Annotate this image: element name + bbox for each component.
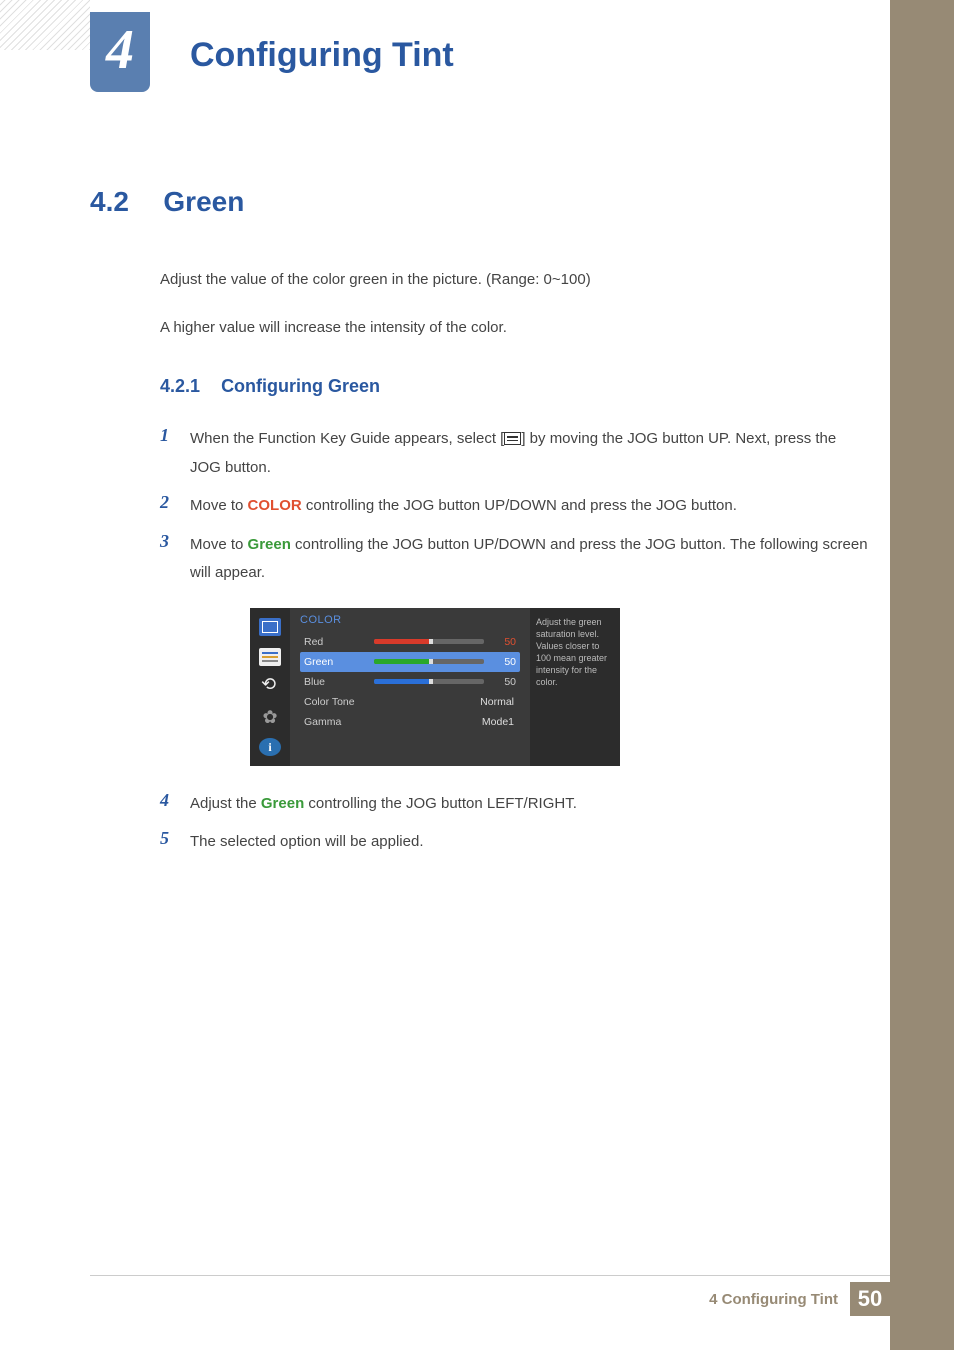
osd-help-panel: Adjust the green saturation level. Value… [530, 608, 620, 766]
rotate-icon [259, 678, 281, 696]
subsection-number: 4.2.1 [160, 376, 200, 396]
osd-value: 50 [492, 676, 516, 688]
osd-row-blue: Blue 50 [300, 672, 520, 692]
highlight-green: Green [261, 795, 304, 812]
step-number: 3 [160, 531, 190, 588]
step-text: The selected option will be applied. [190, 828, 870, 857]
footer-divider [90, 1275, 890, 1276]
osd-title: COLOR [300, 614, 520, 626]
osd-row-red: Red 50 [300, 632, 520, 652]
highlight-green: Green [248, 536, 291, 553]
page-number: 50 [850, 1282, 890, 1316]
osd-value: 50 [492, 656, 516, 668]
osd-menu: COLOR Red 50 Green 50 [290, 608, 530, 766]
osd-value: Normal [374, 696, 516, 708]
section-heading: 4.2 Green [90, 186, 870, 218]
menu-icon [504, 432, 521, 445]
chapter-title: Configuring Tint [190, 36, 454, 75]
osd-label: Color Tone [304, 696, 374, 708]
step-4: 4 Adjust the Green controlling the JOG b… [160, 790, 870, 819]
section-number: 4.2 [90, 186, 129, 217]
intro-text-1: Adjust the value of the color green in t… [160, 268, 870, 292]
step-5: 5 The selected option will be applied. [160, 828, 870, 857]
subsection-title: Configuring Green [221, 376, 380, 396]
info-icon: i [259, 738, 281, 756]
page-footer: 4 Configuring Tint 50 [709, 1282, 890, 1316]
instruction-steps: 1 When the Function Key Guide appears, s… [160, 425, 870, 857]
osd-row-color-tone: Color Tone Normal [300, 692, 520, 712]
osd-slider-blue [374, 679, 484, 684]
osd-label: Red [304, 636, 374, 648]
osd-label: Blue [304, 676, 374, 688]
intro-text-2: A higher value will increase the intensi… [160, 316, 870, 340]
osd-label: Gamma [304, 716, 374, 728]
page-content: 4.2 Green Adjust the value of the color … [90, 186, 870, 867]
screen-icon [259, 648, 281, 666]
osd-slider-green [374, 659, 484, 664]
highlight-color: COLOR [248, 497, 302, 514]
osd-row-gamma: Gamma Mode1 [300, 712, 520, 732]
step-text: When the Function Key Guide appears, sel… [190, 425, 870, 482]
step-2: 2 Move to COLOR controlling the JOG butt… [160, 492, 870, 521]
step-text: Adjust the Green controlling the JOG but… [190, 790, 870, 819]
step-number: 5 [160, 828, 190, 857]
step-3: 3 Move to Green controlling the JOG butt… [160, 531, 870, 588]
step-text: Move to COLOR controlling the JOG button… [190, 492, 870, 521]
right-margin-bar [890, 0, 954, 1350]
osd-value: 50 [492, 636, 516, 648]
step-1: 1 When the Function Key Guide appears, s… [160, 425, 870, 482]
osd-slider-red [374, 639, 484, 644]
footer-chapter-label: 4 Configuring Tint [709, 1291, 838, 1308]
gear-icon: ✿ [259, 708, 281, 726]
corner-hatch-decoration [0, 0, 90, 50]
section-title: Green [163, 186, 244, 217]
step-number: 2 [160, 492, 190, 521]
osd-value: Mode1 [374, 716, 516, 728]
picture-icon [259, 618, 281, 636]
osd-screenshot: ✿ i COLOR Red 50 Green [250, 608, 620, 766]
step-text: Move to Green controlling the JOG button… [190, 531, 870, 588]
subsection-heading: 4.2.1 Configuring Green [160, 376, 870, 397]
step-number: 4 [160, 790, 190, 819]
chapter-number-badge: 4 [90, 12, 150, 92]
osd-row-green-selected: Green 50 [300, 652, 520, 672]
osd-sidebar: ✿ i [250, 608, 290, 766]
step-number: 1 [160, 425, 190, 482]
osd-label: Green [304, 656, 374, 668]
section-intro: Adjust the value of the color green in t… [160, 268, 870, 340]
